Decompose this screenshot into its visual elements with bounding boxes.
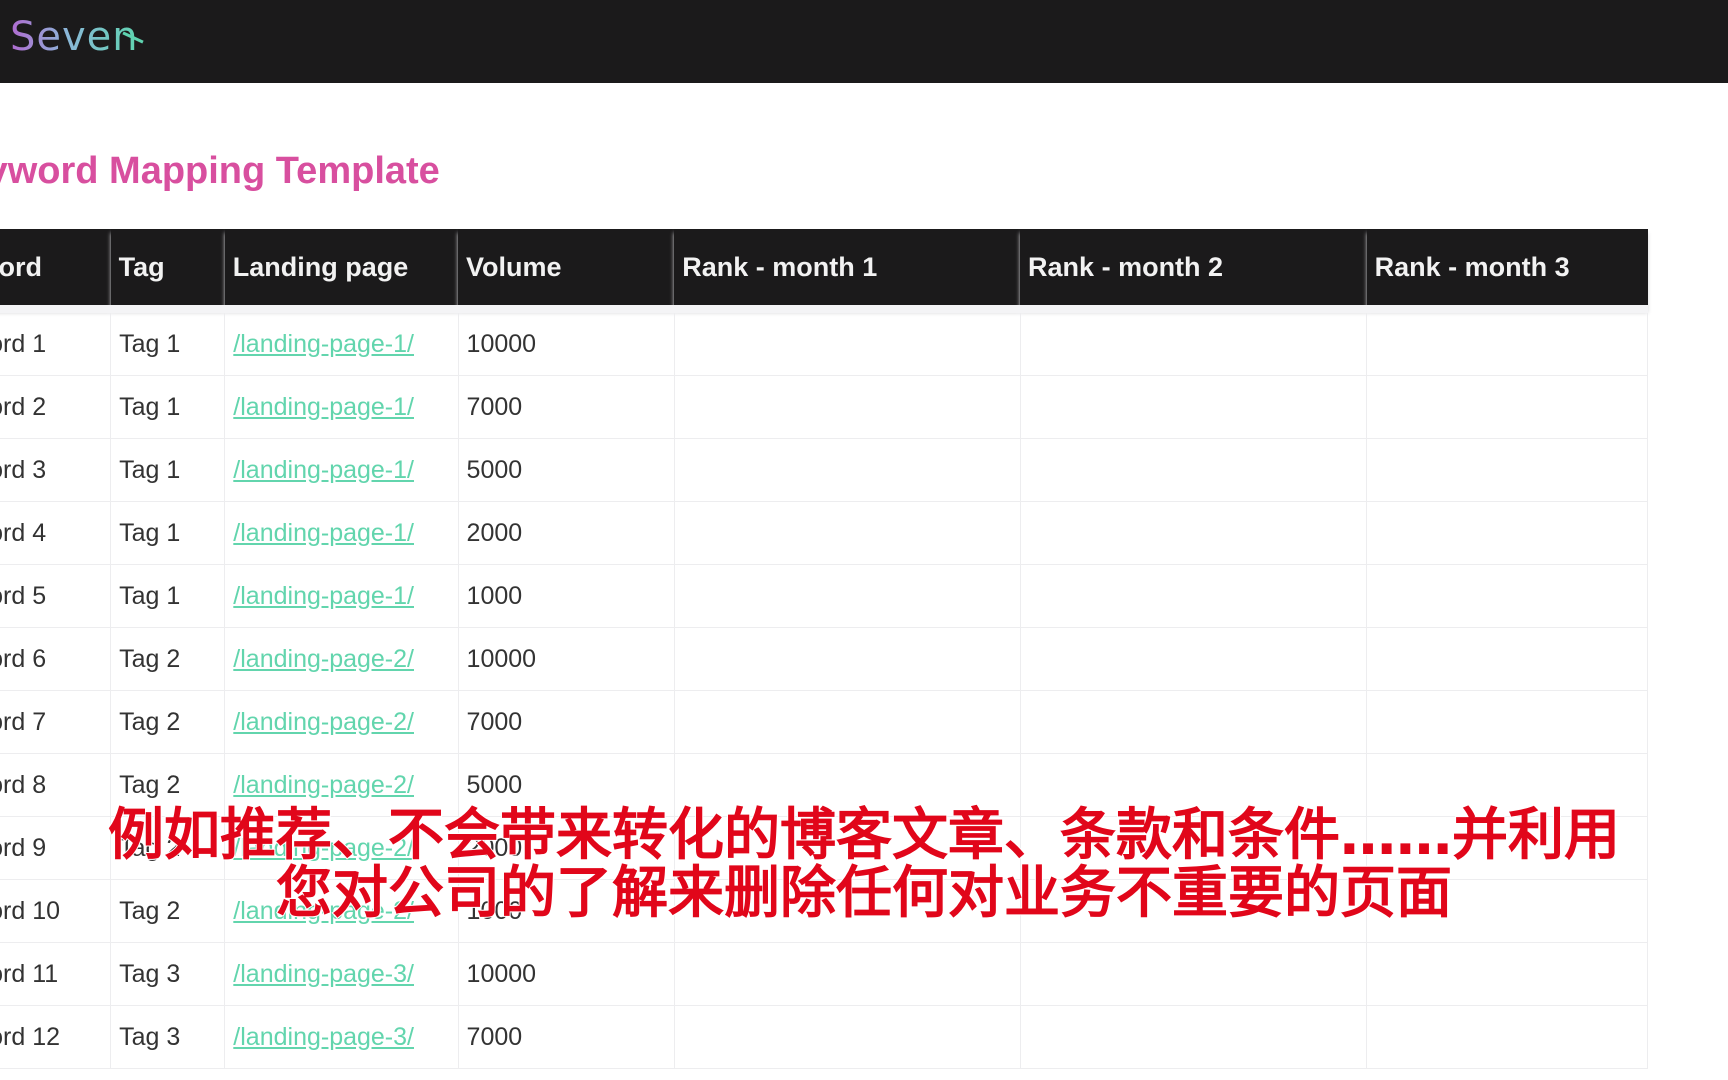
landing-page-link[interactable]: /landing-page-3/ — [233, 1023, 414, 1051]
cell-rank-month-2[interactable] — [1020, 942, 1368, 1006]
cell-rank-month-1[interactable] — [674, 305, 1021, 376]
header-rank-month-2[interactable]: Rank - month 2 — [1020, 229, 1367, 309]
header-keyword[interactable]: Keyword — [0, 229, 111, 309]
cell-volume[interactable]: 7000 — [458, 1005, 675, 1069]
cell-landing-page: /landing-page-1/ — [224, 305, 459, 376]
table-row: Keyword 5 Tag 1 /landing-page-1/ 1000 — [0, 564, 1648, 628]
table-row: Keyword 12 Tag 3 /landing-page-3/ 7000 — [0, 1005, 1648, 1069]
cell-rank-month-3[interactable] — [1366, 690, 1648, 754]
landing-page-link[interactable]: /landing-page-1/ — [233, 456, 414, 484]
cell-rank-month-2[interactable] — [1020, 438, 1368, 502]
subtitle-line-2: 您对公司的了解来删除任何对业务不重要的页面 — [275, 860, 1453, 927]
cell-rank-month-1[interactable] — [674, 501, 1021, 565]
table-row: Keyword 6 Tag 2 /landing-page-2/ 10000 — [0, 627, 1648, 691]
table-row: Keyword 4 Tag 1 /landing-page-1/ 2000 — [0, 501, 1648, 565]
cell-volume[interactable]: 10000 — [458, 627, 675, 691]
landing-page-link[interactable]: /landing-page-1/ — [233, 393, 414, 421]
cell-volume[interactable]: 5000 — [458, 438, 675, 502]
cell-tag[interactable]: Tag 1 — [110, 501, 226, 565]
cell-tag[interactable]: Tag 1 — [110, 305, 226, 376]
cell-rank-month-1[interactable] — [674, 1005, 1021, 1069]
cell-keyword[interactable]: Keyword 3 — [0, 438, 112, 502]
landing-page-link[interactable]: /landing-page-1/ — [233, 519, 414, 547]
header-volume[interactable]: Volume — [458, 229, 675, 309]
cell-keyword[interactable]: Keyword 7 — [0, 690, 112, 754]
landing-page-link[interactable]: /landing-page-2/ — [233, 708, 414, 736]
cell-rank-month-2[interactable] — [1020, 375, 1368, 439]
cell-volume[interactable]: 7000 — [458, 690, 675, 754]
cell-rank-month-1[interactable] — [674, 690, 1021, 754]
cell-volume[interactable]: 10000 — [458, 942, 675, 1006]
table-header-row: Keyword Tag Landing page Volume Rank - m… — [0, 229, 1648, 309]
cell-volume[interactable]: 2000 — [458, 501, 675, 565]
landing-page-link[interactable]: /landing-page-2/ — [233, 645, 414, 673]
cell-rank-month-2[interactable] — [1020, 627, 1368, 691]
header-tag[interactable]: Tag — [110, 229, 225, 309]
seven-logo[interactable]: Seven — [10, 14, 139, 60]
cell-keyword[interactable]: Keyword 1 — [0, 305, 112, 376]
cell-landing-page: /landing-page-1/ — [224, 375, 459, 439]
cell-landing-page: /landing-page-2/ — [224, 627, 459, 691]
cell-rank-month-3[interactable] — [1366, 375, 1648, 439]
cell-rank-month-2[interactable] — [1020, 305, 1368, 376]
cell-tag[interactable]: Tag 3 — [110, 1005, 226, 1069]
cell-rank-month-1[interactable] — [674, 942, 1021, 1006]
table-row: Keyword 3 Tag 1 /landing-page-1/ 5000 — [0, 438, 1648, 502]
cell-volume[interactable]: 1000 — [458, 564, 675, 628]
cell-volume[interactable]: 7000 — [458, 375, 675, 439]
cell-rank-month-2[interactable] — [1020, 690, 1368, 754]
top-bar: Seven — [0, 0, 1728, 83]
header-rank-month-1[interactable]: Rank - month 1 — [674, 229, 1021, 309]
cell-keyword[interactable]: Keyword 11 — [0, 942, 112, 1006]
cell-landing-page: /landing-page-1/ — [224, 438, 459, 502]
cell-tag[interactable]: Tag 2 — [110, 690, 226, 754]
cell-rank-month-3[interactable] — [1366, 627, 1648, 691]
cell-rank-month-1[interactable] — [674, 564, 1021, 628]
page-title: Keyword Mapping Template — [0, 150, 440, 192]
cell-keyword[interactable]: Keyword 5 — [0, 564, 112, 628]
landing-page-link[interactable]: /landing-page-1/ — [233, 582, 414, 610]
cell-rank-month-2[interactable] — [1020, 501, 1368, 565]
cell-rank-month-1[interactable] — [674, 438, 1021, 502]
cell-rank-month-3[interactable] — [1366, 305, 1648, 376]
table-row: Keyword 2 Tag 1 /landing-page-1/ 7000 — [0, 375, 1648, 439]
header-landing-page[interactable]: Landing page — [224, 229, 459, 309]
table-row: Keyword 11 Tag 3 /landing-page-3/ 10000 — [0, 942, 1648, 1006]
table-row: Keyword 1 Tag 1 /landing-page-1/ 10000 — [0, 305, 1648, 376]
cell-landing-page: /landing-page-2/ — [224, 690, 459, 754]
cell-keyword[interactable]: Keyword 4 — [0, 501, 112, 565]
cell-tag[interactable]: Tag 2 — [110, 627, 226, 691]
cell-keyword[interactable]: Keyword 2 — [0, 375, 112, 439]
cell-rank-month-1[interactable] — [674, 375, 1021, 439]
cell-rank-month-1[interactable] — [674, 627, 1021, 691]
cell-tag[interactable]: Tag 1 — [110, 438, 226, 502]
cell-keyword[interactable]: Keyword 12 — [0, 1005, 112, 1069]
cell-landing-page: /landing-page-1/ — [224, 501, 459, 565]
cell-volume[interactable]: 10000 — [458, 305, 675, 376]
cell-landing-page: /landing-page-1/ — [224, 564, 459, 628]
cell-landing-page: /landing-page-3/ — [224, 942, 459, 1006]
landing-page-link[interactable]: /landing-page-3/ — [233, 960, 414, 988]
cell-rank-month-3[interactable] — [1366, 564, 1648, 628]
table-row: Keyword 7 Tag 2 /landing-page-2/ 7000 — [0, 690, 1648, 754]
header-rank-month-3[interactable]: Rank - month 3 — [1366, 229, 1648, 309]
landing-page-link[interactable]: /landing-page-1/ — [233, 330, 414, 358]
cell-tag[interactable]: Tag 1 — [110, 564, 226, 628]
cell-rank-month-2[interactable] — [1020, 564, 1368, 628]
cell-rank-month-3[interactable] — [1366, 942, 1648, 1006]
cell-tag[interactable]: Tag 1 — [110, 375, 226, 439]
cell-rank-month-2[interactable] — [1020, 1005, 1368, 1069]
cell-tag[interactable]: Tag 3 — [110, 942, 226, 1006]
cell-rank-month-3[interactable] — [1366, 1005, 1648, 1069]
keyword-table: Keyword Tag Landing page Volume Rank - m… — [0, 229, 1648, 1069]
cell-rank-month-3[interactable] — [1366, 501, 1648, 565]
cell-rank-month-3[interactable] — [1366, 438, 1648, 502]
cell-keyword[interactable]: Keyword 6 — [0, 627, 112, 691]
cell-landing-page: /landing-page-3/ — [224, 1005, 459, 1069]
